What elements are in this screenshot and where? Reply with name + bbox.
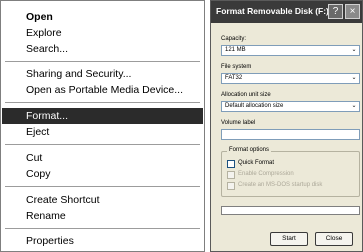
menu-item-explore[interactable]: Explore (2, 25, 203, 41)
dialog-titlebar: Format Removable Disk (F:) ? × (211, 1, 362, 23)
ms-dos-startup-label: Create an MS-DOS startup disk (238, 182, 323, 188)
context-menu: Open Explore Search... Sharing and Secur… (0, 0, 205, 252)
allocation-unit-dropdown[interactable]: Default allocation size ⌄ (221, 101, 360, 112)
chevron-down-icon[interactable]: ⌄ (350, 103, 358, 110)
menu-item-format[interactable]: Format... (2, 108, 203, 124)
menu-item-sharing-security[interactable]: Sharing and Security... (2, 66, 203, 82)
menu-item-open[interactable]: Open (2, 9, 203, 25)
menu-item-eject[interactable]: Eject (2, 124, 203, 140)
progress-bar (221, 206, 360, 215)
allocation-unit-value: Default allocation size (225, 103, 284, 109)
close-icon[interactable]: × (345, 4, 360, 19)
capacity-label: Capacity: (221, 36, 247, 42)
capacity-value: 121 MB (225, 47, 246, 53)
file-system-dropdown[interactable]: FAT32 ⌄ (221, 73, 360, 84)
close-button[interactable]: Close (315, 232, 353, 246)
menu-item-rename[interactable]: Rename (2, 208, 203, 224)
format-options-title: Format options (227, 147, 272, 153)
menu-separator (5, 144, 200, 145)
menu-item-cut[interactable]: Cut (2, 150, 203, 166)
menu-separator (5, 102, 200, 103)
start-button[interactable]: Start (270, 232, 308, 246)
file-system-label: File system (221, 64, 252, 70)
quick-format-label[interactable]: Quick Format (238, 160, 274, 166)
menu-separator (5, 186, 200, 187)
ms-dos-startup-checkbox (227, 182, 235, 190)
enable-compression-label: Enable Compression (238, 171, 294, 177)
menu-item-copy[interactable]: Copy (2, 166, 203, 182)
menu-item-properties[interactable]: Properties (2, 233, 203, 249)
capacity-dropdown[interactable]: 121 MB ⌄ (221, 45, 360, 56)
menu-item-create-shortcut[interactable]: Create Shortcut (2, 192, 203, 208)
quick-format-checkbox[interactable] (227, 160, 235, 168)
volume-label-label: Volume label (221, 120, 256, 126)
format-dialog: Format Removable Disk (F:) ? × Capacity:… (210, 0, 363, 252)
allocation-unit-label: Allocation unit size (221, 92, 271, 98)
chevron-down-icon[interactable]: ⌄ (350, 75, 358, 82)
menu-item-open-portable-media[interactable]: Open as Portable Media Device... (2, 82, 203, 98)
dialog-title: Format Removable Disk (F:) (216, 6, 329, 16)
file-system-value: FAT32 (225, 75, 243, 81)
menu-separator (5, 61, 200, 62)
menu-separator (5, 228, 200, 229)
enable-compression-checkbox (227, 171, 235, 179)
help-icon[interactable]: ? (328, 4, 343, 19)
chevron-down-icon[interactable]: ⌄ (350, 47, 358, 54)
volume-label-input[interactable] (221, 129, 360, 140)
menu-item-search[interactable]: Search... (2, 41, 203, 57)
